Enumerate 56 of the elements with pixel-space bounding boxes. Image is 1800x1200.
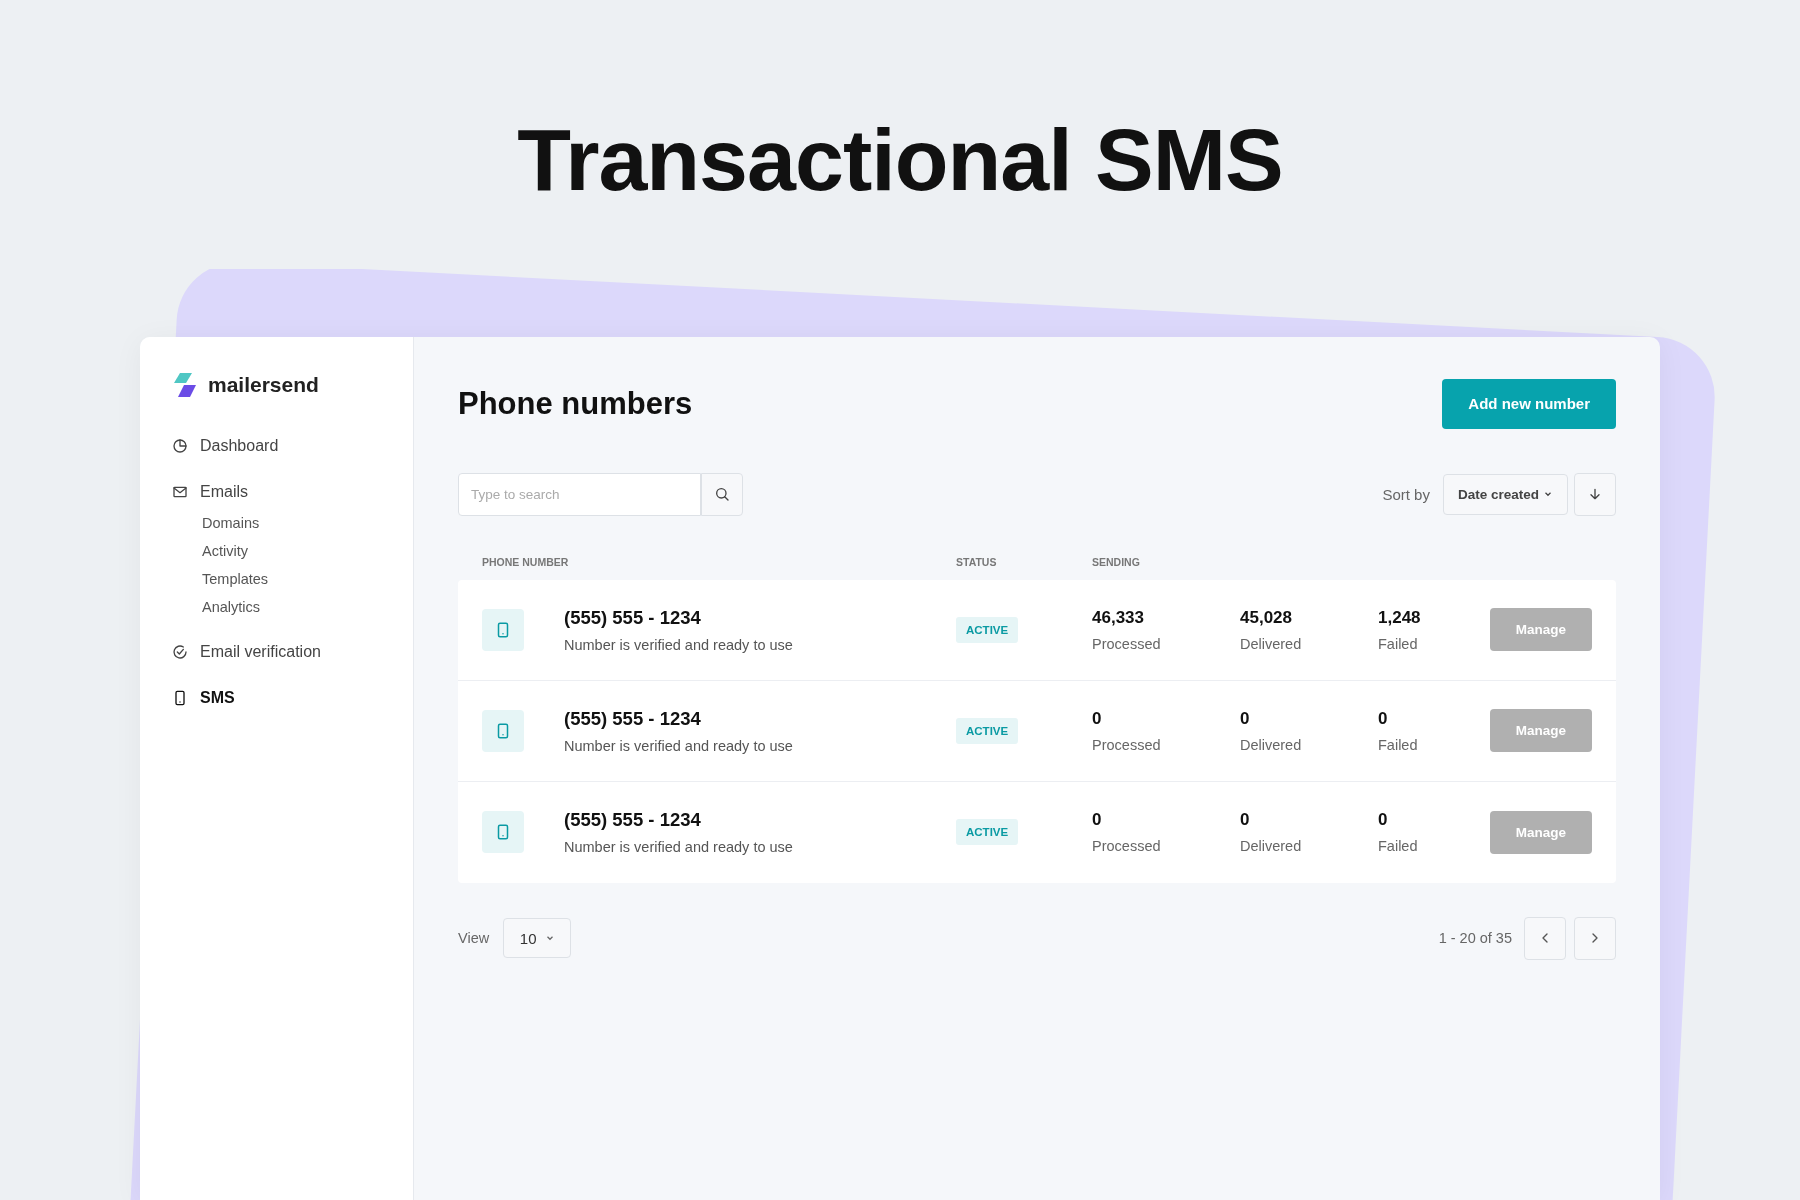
nav-subitem[interactable]: Activity — [202, 542, 381, 559]
search-button[interactable] — [701, 472, 743, 516]
stat-label: Processed — [1092, 635, 1162, 652]
stat-value: 0 — [1240, 708, 1251, 729]
status-badge: ACTIVE — [956, 616, 1019, 643]
stat-value: 0 — [1092, 708, 1103, 729]
pie-chart-icon — [172, 437, 188, 454]
nav-item[interactable]: Emails — [172, 482, 381, 501]
nav-item[interactable]: SMS — [172, 688, 381, 707]
nav-subitem[interactable]: Domains — [202, 514, 381, 531]
nav-item[interactable]: Email verification — [172, 642, 381, 661]
check-circle-icon — [172, 643, 188, 660]
stat-label: Delivered — [1240, 736, 1303, 753]
stat-label: Failed — [1378, 838, 1419, 855]
number-note: Number is verified and ready to use — [564, 839, 794, 856]
search-icon — [714, 486, 730, 503]
column-header: STATUS — [956, 555, 998, 568]
phone-number: (555) 555 - 1234 — [564, 606, 702, 629]
stat-label: Delivered — [1240, 635, 1303, 652]
number-note: Number is verified and ready to use — [564, 737, 794, 754]
stat-label: Processed — [1092, 736, 1162, 753]
stat-value: 46,333 — [1092, 607, 1145, 628]
stat-value: 1,248 — [1378, 607, 1422, 628]
column-header: SENDING — [1092, 555, 1141, 568]
phone-icon — [172, 689, 188, 706]
brand-name: mailersend — [208, 372, 319, 397]
phone-number: (555) 555 - 1234 — [564, 707, 702, 730]
stat-value: 0 — [1378, 708, 1389, 729]
per-page-dropdown[interactable]: 10 — [503, 918, 572, 959]
number-note: Number is verified and ready to use — [564, 636, 794, 653]
nav-subitem[interactable]: Analytics — [202, 598, 381, 615]
sort-label: Sort by — [1382, 485, 1430, 503]
nav-subitem[interactable]: Templates — [202, 570, 381, 587]
previous-page-button[interactable] — [1524, 916, 1566, 960]
stat-value: 0 — [1240, 810, 1251, 831]
stat-value: 0 — [1378, 810, 1389, 831]
stat-label: Failed — [1378, 736, 1419, 753]
page-headline: Transactional SMS — [517, 112, 1283, 209]
nav-item[interactable]: Dashboard — [172, 436, 381, 455]
search-field[interactable]: Type to search — [458, 472, 701, 516]
stat-value: 45,028 — [1240, 607, 1293, 628]
view-label: View — [458, 930, 490, 947]
status-badge: ACTIVE — [956, 819, 1019, 846]
column-header: PHONE NUMBER — [482, 555, 570, 568]
logo-icon — [172, 372, 198, 397]
status-badge: ACTIVE — [956, 717, 1019, 744]
page-range: 1 - 20 of 35 — [1438, 930, 1512, 947]
stat-value: 0 — [1092, 810, 1103, 831]
stat-label: Failed — [1378, 635, 1419, 652]
sort-dropdown[interactable]: Date created — [1442, 473, 1568, 515]
sort-direction-button[interactable] — [1574, 472, 1616, 516]
phone-number: (555) 555 - 1234 — [564, 809, 702, 832]
stat-label: Delivered — [1240, 838, 1303, 855]
stat-label: Processed — [1092, 838, 1162, 855]
next-page-button[interactable] — [1574, 916, 1616, 960]
page-title: Phone numbers — [458, 385, 693, 422]
